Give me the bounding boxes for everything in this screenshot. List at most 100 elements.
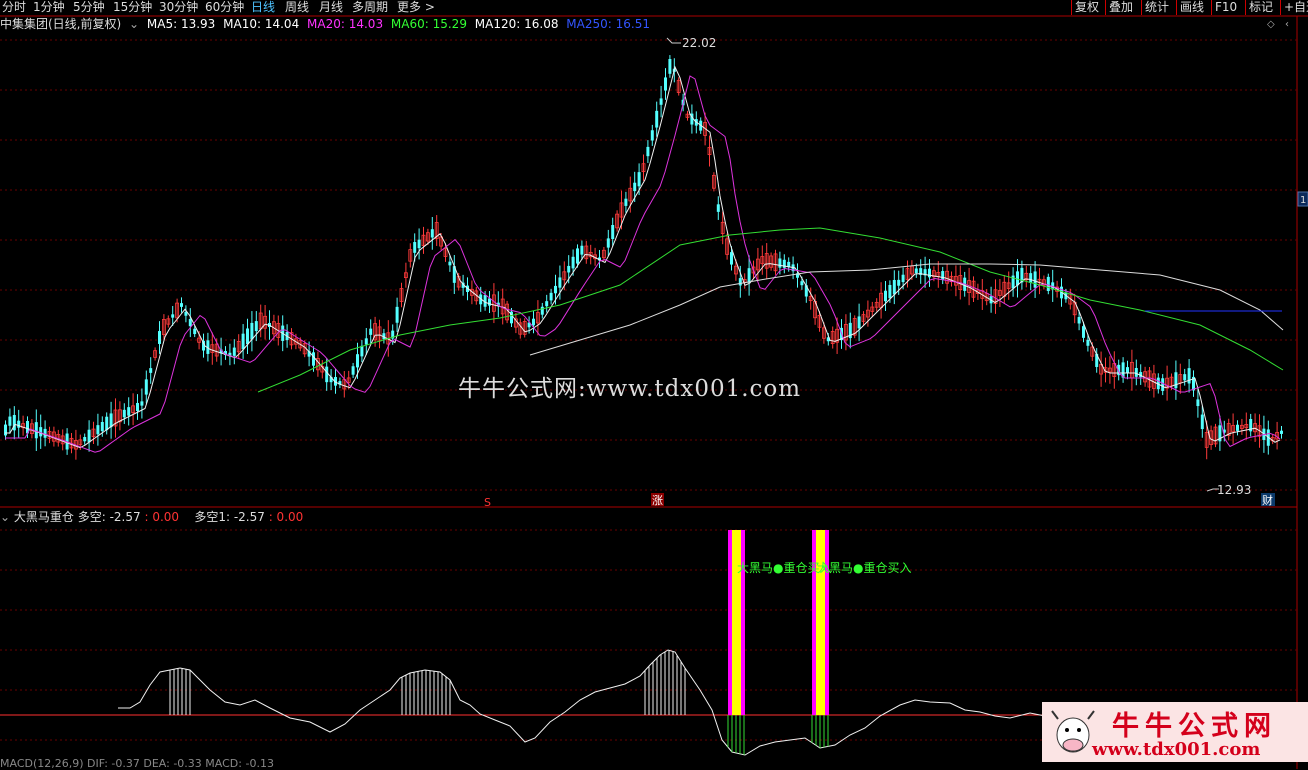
candle-body (1082, 326, 1085, 338)
candle-body (140, 401, 144, 406)
candle-body (246, 328, 249, 345)
candle-body (576, 248, 579, 264)
candle-body (127, 407, 131, 416)
logo-url: www.tdx001.com (1092, 739, 1261, 760)
stock-title: 中集集团(日线,前复权) (0, 17, 122, 31)
zhang-marker: 涨 (652, 494, 663, 507)
indicator-line (118, 649, 1046, 756)
candle-body (149, 368, 153, 373)
candle-body (928, 268, 931, 278)
candle-body (668, 59, 672, 74)
candle-body (34, 422, 38, 439)
candle-body (105, 416, 109, 431)
candle-body (888, 284, 892, 299)
low-label: 12.93 (1217, 483, 1251, 497)
indicator-value2: 多空1: -2.57 (194, 510, 265, 524)
candle-body (360, 345, 364, 357)
candle-body (857, 316, 861, 329)
watermark-text: 牛牛公式网:www.tdx001.com (458, 376, 802, 402)
ma20-label: MA20: 14.03 (307, 17, 384, 31)
candle-body (250, 322, 254, 340)
candle-body (747, 268, 751, 283)
candle-body (567, 265, 571, 273)
indicator-legend: ⌄ 大黑马重仓 多空: -2.57 : 0.00 多空1: -2.57 : 0.… (0, 510, 303, 525)
price-axis-badge-label: 1 (1300, 195, 1306, 206)
candle-body (430, 229, 434, 238)
candle-body (8, 416, 12, 426)
candle-body (356, 354, 359, 368)
candle-body (892, 279, 896, 295)
candle-body (637, 172, 641, 187)
candle-body (448, 261, 452, 266)
candle-body (554, 285, 557, 294)
indicator-value1-extra: : 0.00 (144, 510, 180, 524)
candle-body (901, 274, 905, 283)
chevron-left-icon[interactable]: ‹ (1285, 19, 1289, 30)
candle-body (1280, 430, 1283, 434)
candle-body (109, 413, 113, 428)
ma60-label: MA60: 15.29 (390, 17, 467, 31)
candle-body (730, 252, 733, 265)
candle-body (611, 224, 615, 240)
candle-body (188, 319, 192, 327)
candle-body (241, 333, 245, 350)
candle-body (655, 110, 659, 128)
candle-body (1134, 367, 1138, 377)
candle-body (83, 437, 87, 442)
candle-body (180, 303, 183, 307)
diamond-icon[interactable]: ◇ (1267, 19, 1275, 30)
candle-body (545, 301, 549, 307)
logo-title: 牛牛公式网 (1112, 711, 1277, 742)
candle-body (87, 429, 91, 443)
candle-body (549, 292, 553, 301)
candle-body (1200, 414, 1204, 430)
candle-body (558, 277, 562, 288)
candle-body (1086, 339, 1090, 346)
candle-body (914, 268, 918, 274)
candle-body (100, 421, 104, 432)
candle-body (1196, 399, 1200, 407)
ma5-label: MA5: 13.93 (146, 17, 216, 31)
candle-body (659, 98, 663, 105)
cai-marker: 财 (1262, 493, 1273, 507)
candle-body (941, 271, 945, 280)
indicator-value2-extra: : 0.00 (268, 510, 304, 524)
candle-body (312, 352, 315, 366)
candle-body (1183, 374, 1187, 381)
indicator-chevron-icon[interactable]: ⌄ (0, 510, 10, 524)
candle-body (193, 328, 197, 335)
candle-body (96, 425, 100, 435)
ma120-label: MA120: 16.08 (474, 17, 559, 31)
candle-body (17, 420, 21, 428)
s-marker: S (484, 496, 491, 509)
indicator-value1: 多空: -2.57 (77, 510, 141, 524)
candle-body (1077, 317, 1081, 324)
candle-body (254, 321, 258, 332)
candle-body (738, 278, 742, 286)
macd-legend: MACD(12,26,9) DIF: -0.37 DEA: -0.33 MACD… (0, 757, 274, 770)
candle-body (1033, 271, 1037, 288)
candle-body (897, 279, 901, 286)
candle-body (1126, 367, 1129, 373)
candle-body (624, 198, 628, 206)
candle-body (158, 331, 161, 344)
candle-body (1029, 273, 1033, 283)
candle-body (716, 204, 720, 212)
candle-body (1016, 271, 1019, 286)
candle-body (1161, 378, 1165, 391)
candle-body (4, 424, 7, 436)
candle-body (1046, 276, 1050, 291)
ma120-line (529, 263, 1284, 356)
ma250-label: MA250: 16.51 (566, 17, 650, 31)
candle-body (325, 366, 329, 383)
candle-body (364, 338, 368, 345)
candle-body (571, 256, 575, 269)
settings-chevron-icon[interactable]: ⌄ (129, 17, 139, 31)
candle-body (413, 242, 417, 253)
candle-body (39, 427, 43, 437)
ma-legend: 中集集团(日线,前复权) ⌄ MA5: 13.93 MA10: 14.04 MA… (0, 17, 654, 32)
candle-body (122, 409, 126, 418)
candle-body (232, 347, 236, 356)
candle-body (664, 77, 667, 91)
candle-body (171, 314, 175, 318)
